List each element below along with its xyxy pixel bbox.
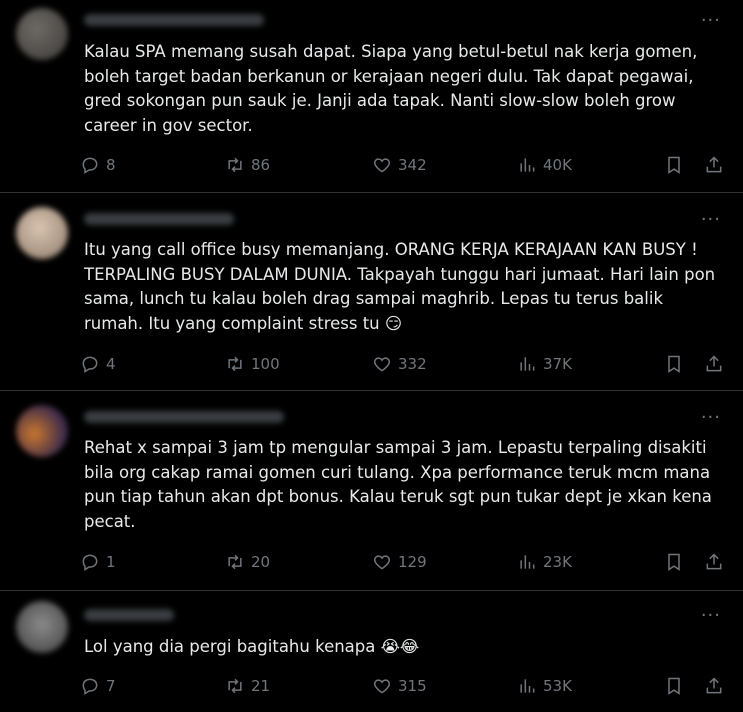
reply-icon: [82, 356, 98, 373]
like-button[interactable]: 342: [372, 155, 427, 175]
avatar[interactable]: [16, 601, 68, 653]
view-count: 23K: [543, 553, 572, 571]
retweet-icon: [228, 157, 242, 173]
views-button[interactable]: 23K: [517, 552, 572, 572]
more-options-icon[interactable]: ···: [701, 607, 721, 625]
heart-icon: [373, 158, 391, 173]
view-count: 40K: [543, 156, 572, 174]
more-options-icon[interactable]: ···: [701, 211, 721, 229]
share-button[interactable]: [704, 552, 724, 572]
bookmark-icon: [668, 677, 680, 695]
post[interactable]: ··· Rehat x sampai 3 jam tp mengular sam…: [0, 391, 743, 591]
retweet-icon: [228, 678, 242, 694]
post-text: Itu yang call office busy memanjang. ORA…: [84, 240, 721, 333]
retweet-button[interactable]: 100: [225, 354, 280, 374]
like-button[interactable]: 315: [372, 676, 427, 696]
retweet-count: 100: [251, 355, 280, 373]
avatar[interactable]: [16, 405, 68, 457]
heart-icon: [373, 679, 391, 694]
share-icon: [706, 677, 722, 694]
avatar[interactable]: [16, 207, 68, 259]
action-bar: 8 86 342 40K: [80, 155, 730, 179]
bookmark-icon: [668, 156, 680, 174]
action-bar: 1 20 129 23K: [80, 552, 730, 576]
bookmark-button[interactable]: [664, 552, 684, 572]
share-button[interactable]: [704, 155, 724, 175]
bookmark-icon: [668, 553, 680, 571]
reply-icon: [82, 678, 98, 695]
action-bar: 4 100 332 37K: [80, 354, 730, 378]
like-count: 315: [398, 677, 427, 695]
bookmark-button[interactable]: [664, 155, 684, 175]
reply-count: 1: [106, 553, 116, 571]
username-blurred[interactable]: [84, 609, 174, 621]
analytics-icon: [520, 158, 535, 172]
reply-button[interactable]: 8: [80, 155, 116, 175]
bookmark-button[interactable]: [664, 676, 684, 696]
views-button[interactable]: 53K: [517, 676, 572, 696]
like-button[interactable]: 129: [372, 552, 427, 572]
view-count: 53K: [543, 677, 572, 695]
post-text: Rehat x sampai 3 jam tp mengular sampai …: [84, 438, 718, 531]
post[interactable]: ··· Lol yang dia pergi bagitahu kenapa 😭…: [0, 591, 743, 712]
post[interactable]: ··· Itu yang call office busy memanjang.…: [0, 193, 743, 391]
like-count: 129: [398, 553, 427, 571]
view-count: 37K: [543, 355, 572, 373]
reply-count: 7: [106, 677, 116, 695]
reply-icon: [82, 554, 98, 571]
share-button[interactable]: [704, 676, 724, 696]
retweet-icon: [228, 554, 242, 570]
heart-icon: [373, 357, 391, 372]
reply-feed: ··· Kalau SPA memang susah dapat. Siapa …: [0, 0, 743, 712]
username-blurred[interactable]: [84, 411, 284, 423]
share-icon: [706, 355, 722, 372]
heart-icon: [373, 555, 391, 570]
bookmark-button[interactable]: [664, 354, 684, 374]
like-button[interactable]: 332: [372, 354, 427, 374]
post-text: Kalau SPA memang susah dapat. Siapa yang…: [84, 42, 703, 135]
share-button[interactable]: [704, 354, 724, 374]
more-options-icon[interactable]: ···: [701, 12, 721, 30]
analytics-icon: [520, 357, 535, 371]
action-bar: 7 21 315 53K: [80, 676, 730, 700]
share-icon: [706, 156, 722, 173]
retweet-icon: [228, 356, 242, 372]
reply-count: 4: [106, 355, 116, 373]
retweet-button[interactable]: 86: [225, 155, 270, 175]
share-icon: [706, 553, 722, 570]
retweet-count: 21: [251, 677, 271, 695]
retweet-count: 20: [251, 553, 271, 571]
retweet-button[interactable]: 21: [225, 676, 270, 696]
reply-button[interactable]: 1: [80, 552, 116, 572]
avatar[interactable]: [16, 8, 68, 60]
post[interactable]: ··· Kalau SPA memang susah dapat. Siapa …: [0, 0, 743, 193]
views-button[interactable]: 37K: [517, 354, 572, 374]
analytics-icon: [520, 679, 535, 693]
bookmark-icon: [668, 355, 680, 373]
like-count: 332: [398, 355, 427, 373]
retweet-button[interactable]: 20: [225, 552, 270, 572]
username-blurred[interactable]: [84, 14, 264, 26]
reply-button[interactable]: 7: [80, 676, 116, 696]
views-button[interactable]: 40K: [517, 155, 572, 175]
reply-icon: [82, 157, 98, 174]
reply-count: 8: [106, 156, 116, 174]
post-text: Lol yang dia pergi bagitahu kenapa 😭😂: [84, 637, 420, 656]
reply-button[interactable]: 4: [80, 354, 116, 374]
analytics-icon: [520, 555, 535, 569]
retweet-count: 86: [251, 156, 271, 174]
username-blurred[interactable]: [84, 213, 234, 225]
like-count: 342: [398, 156, 427, 174]
more-options-icon[interactable]: ···: [701, 409, 721, 427]
